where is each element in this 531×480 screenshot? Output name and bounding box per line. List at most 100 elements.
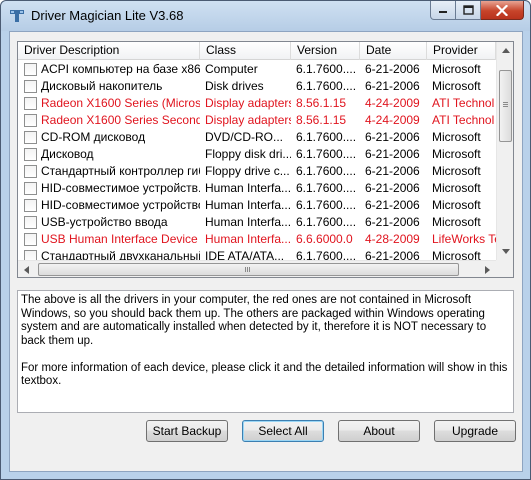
cell-date: 6-21-2006 xyxy=(365,181,420,195)
table-row[interactable]: Дисковод Floppy disk dri... 6.1.7600.... 6-… xyxy=(18,146,496,163)
upgrade-button[interactable]: Upgrade xyxy=(434,420,516,442)
cell-version: 6.1.7600.... xyxy=(296,181,357,195)
cell-class: Disk drives xyxy=(205,79,264,93)
cell-description: HID-совместимое устройств... xyxy=(18,180,200,197)
cell-class: Human Interfa... xyxy=(205,198,291,212)
row-checkbox[interactable] xyxy=(24,114,37,127)
scroll-right-button[interactable] xyxy=(479,261,496,277)
row-checkbox[interactable] xyxy=(24,80,37,93)
close-icon xyxy=(496,4,508,16)
column-header-version[interactable]: Version xyxy=(291,42,360,60)
cell-version: 6.1.7600.... xyxy=(296,62,357,76)
about-button[interactable]: About xyxy=(338,420,420,442)
cell-version: 6.1.7600.... xyxy=(296,79,357,93)
cell-class: Computer xyxy=(205,62,258,76)
cell-class: Display adapters xyxy=(205,113,291,127)
cell-version: 8.56.1.15 xyxy=(296,113,347,127)
info-paragraph-1: The above is all the drivers in your com… xyxy=(21,294,490,347)
vertical-scroll-thumb[interactable] xyxy=(499,70,512,142)
cell-version: 6.1.7600.... xyxy=(296,147,357,161)
column-header-description[interactable]: Driver Description xyxy=(18,42,200,60)
column-header-provider[interactable]: Provider xyxy=(427,42,496,60)
arrow-up-icon xyxy=(501,48,510,53)
cell-version: 6.1.7600.... xyxy=(296,198,357,212)
title-bar[interactable]: Driver Magician Lite V3.68 xyxy=(1,1,530,31)
cell-class: Floppy disk dri... xyxy=(205,147,291,161)
client-area: Driver Description Class Version Date Pr… xyxy=(9,31,523,472)
table-row[interactable]: Radeon X1600 Series Seconda... Display ad… xyxy=(18,112,496,129)
table-row[interactable]: Дисковый накопитель Disk drives 6.1.7600..… xyxy=(18,78,496,95)
row-checkbox[interactable] xyxy=(24,63,37,76)
driver-magician-icon xyxy=(10,10,24,22)
column-header-class[interactable]: Class xyxy=(200,42,291,60)
cell-provider: Microsoft xyxy=(432,181,481,195)
row-checkbox[interactable] xyxy=(24,148,37,161)
cell-provider: Microsoft xyxy=(432,62,481,76)
list-header: Driver Description Class Version Date Pr… xyxy=(18,42,496,60)
cell-provider: ATI Technol xyxy=(432,96,495,110)
table-row[interactable]: ACPI компьютер на базе x86 Computer 6.1.76… xyxy=(18,61,496,78)
cell-provider: Microsoft xyxy=(432,147,481,161)
driver-list[interactable]: Driver Description Class Version Date Pr… xyxy=(17,41,514,278)
cell-description: Radeon X1600 Series (Microsof... xyxy=(18,95,200,112)
info-textbox[interactable]: The above is all the drivers in your com… xyxy=(17,290,514,413)
row-checkbox[interactable] xyxy=(24,97,37,110)
row-checkbox[interactable] xyxy=(24,165,37,178)
cell-description: Дисковод xyxy=(18,146,200,163)
table-row[interactable]: CD-ROM дисковод DVD/CD-RO... 6.1.7600.... 6… xyxy=(18,129,496,146)
minimize-icon xyxy=(439,11,447,13)
driver-description: Radeon X1600 Series Seconda... xyxy=(41,113,200,127)
horizontal-scroll-thumb[interactable] xyxy=(38,263,459,276)
cell-date: 6-21-2006 xyxy=(365,147,420,161)
app-window: Driver Magician Lite V3.68 Driver Descri… xyxy=(0,0,531,480)
driver-description: USB-устройство ввода xyxy=(41,215,168,229)
cell-date: 4-28-2009 xyxy=(365,232,420,246)
row-checkbox[interactable] xyxy=(24,199,37,212)
cell-provider: LifeWorks Te xyxy=(432,232,496,246)
caption-buttons xyxy=(430,1,524,21)
row-checkbox[interactable] xyxy=(24,131,37,144)
table-row[interactable]: Radeon X1600 Series (Microsof... Display … xyxy=(18,95,496,112)
cell-class: Human Interfa... xyxy=(205,232,291,246)
row-checkbox[interactable] xyxy=(24,182,37,195)
cell-class: Human Interfa... xyxy=(205,181,291,195)
maximize-icon xyxy=(462,5,474,15)
horizontal-scrollbar[interactable] xyxy=(18,260,496,277)
cell-date: 6-21-2006 xyxy=(365,215,420,229)
table-row[interactable]: Стандартный контроллер гиб... Floppy driv… xyxy=(18,163,496,180)
cell-version: 6.1.7600.... xyxy=(296,164,357,178)
driver-description: CD-ROM дисковод xyxy=(41,130,146,144)
cell-class: Human Interfa... xyxy=(205,215,291,229)
cell-version: 6.1.7600.... xyxy=(296,215,357,229)
column-header-date[interactable]: Date xyxy=(360,42,427,60)
scroll-left-button[interactable] xyxy=(18,261,35,277)
cell-date: 6-21-2006 xyxy=(365,164,420,178)
row-checkbox[interactable] xyxy=(24,233,37,246)
arrow-right-icon xyxy=(485,265,490,274)
cell-version: 6.6.6000.0 xyxy=(296,232,353,246)
row-checkbox[interactable] xyxy=(24,216,37,229)
cell-version: 8.56.1.15 xyxy=(296,96,347,110)
cell-date: 4-24-2009 xyxy=(365,113,420,127)
driver-description: HID-совместимое устройство xyxy=(41,198,200,212)
scroll-down-button[interactable] xyxy=(497,243,513,260)
list-body: ACPI компьютер на базе x86 Computer 6.1.76… xyxy=(18,61,496,265)
cell-description: CD-ROM дисковод xyxy=(18,129,200,146)
cell-provider: Microsoft xyxy=(432,198,481,212)
table-row[interactable]: USB-устройство ввода Human Interfa... 6.1.… xyxy=(18,214,496,231)
cell-date: 6-21-2006 xyxy=(365,198,420,212)
cell-provider: Microsoft xyxy=(432,79,481,93)
start-backup-button[interactable]: Start Backup xyxy=(146,420,228,442)
maximize-button[interactable] xyxy=(456,1,481,20)
minimize-button[interactable] xyxy=(430,1,456,20)
driver-description: Radeon X1600 Series (Microsof... xyxy=(41,96,200,110)
vertical-scrollbar[interactable] xyxy=(496,42,513,260)
cell-description: USB Human Interface Device xyxy=(18,231,200,248)
table-row[interactable]: HID-совместимое устройств... Human Interf… xyxy=(18,180,496,197)
cell-class: DVD/CD-RO... xyxy=(205,130,283,144)
select-all-button[interactable]: Select All xyxy=(242,420,324,442)
table-row[interactable]: USB Human Interface Device Human Interfa.… xyxy=(18,231,496,248)
close-button[interactable] xyxy=(481,1,524,20)
scroll-up-button[interactable] xyxy=(497,42,513,59)
table-row[interactable]: HID-совместимое устройство Human Interfa.… xyxy=(18,197,496,214)
